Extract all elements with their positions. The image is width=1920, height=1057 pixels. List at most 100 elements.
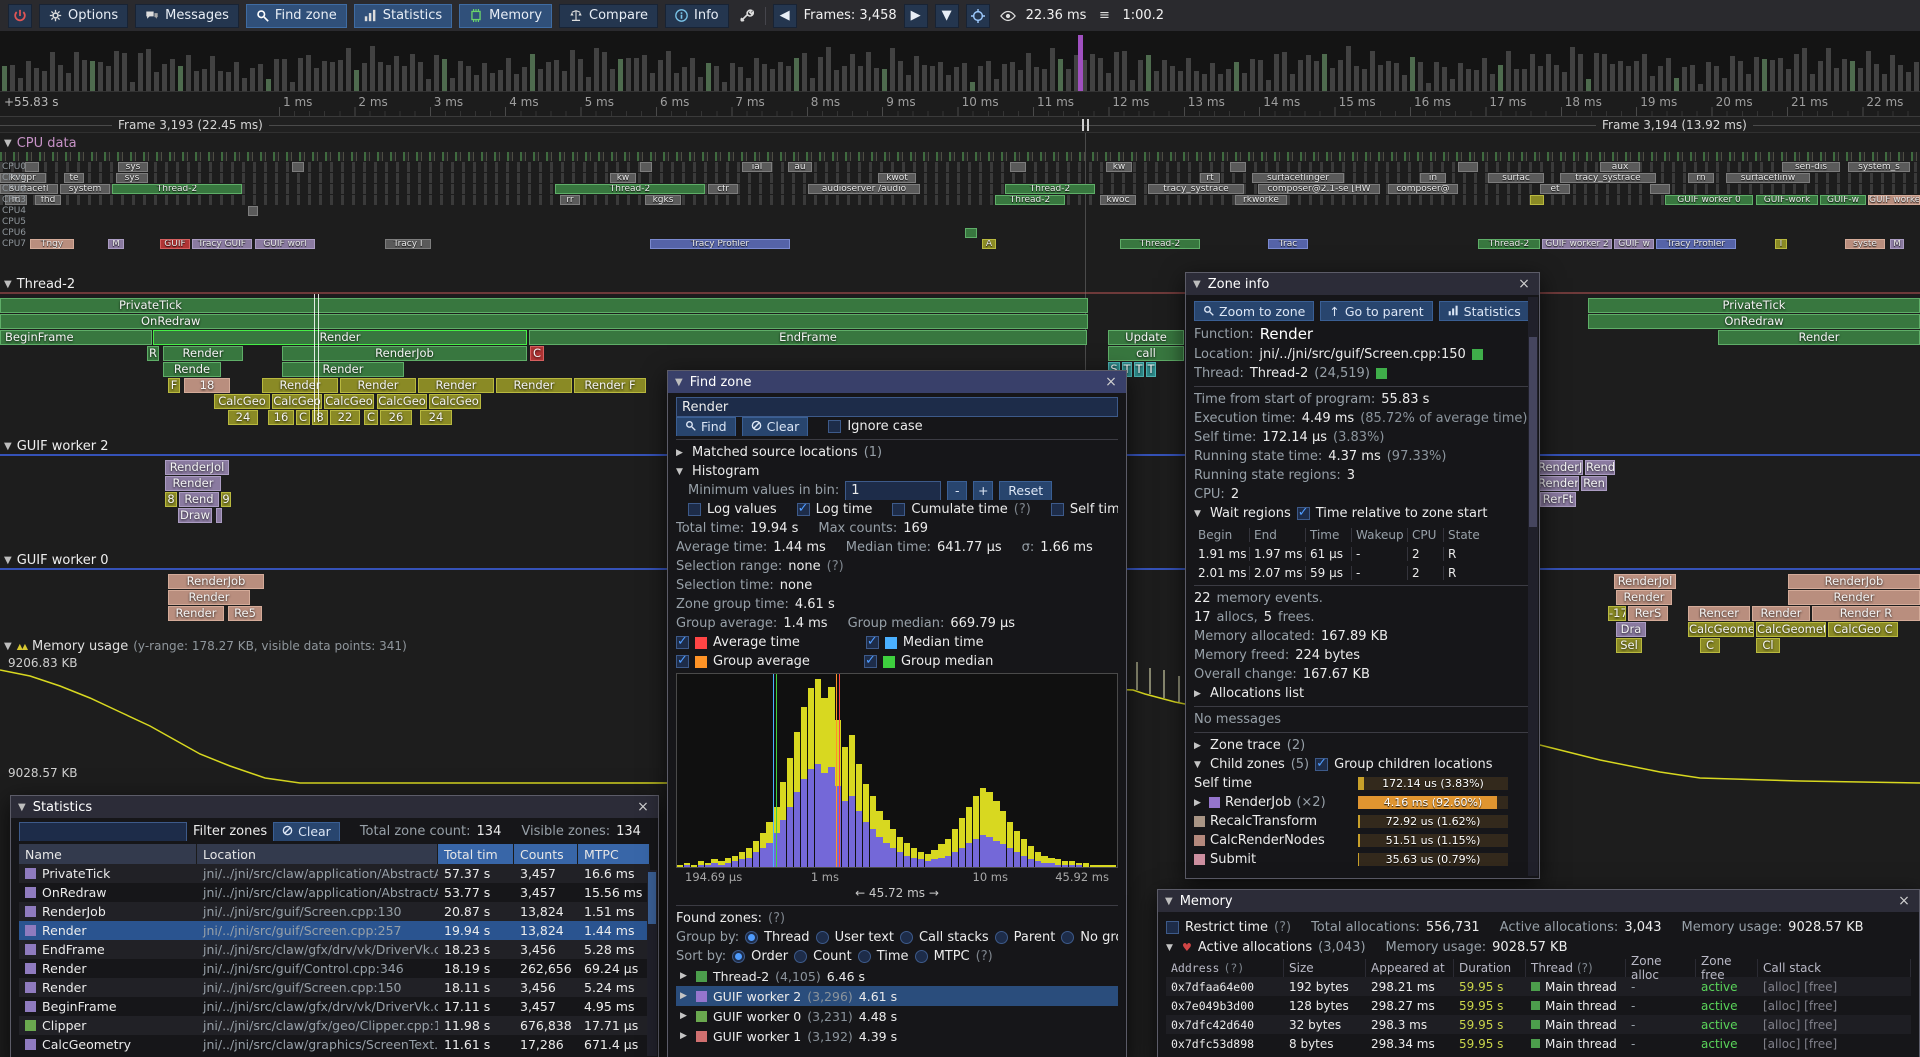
scrollbar[interactable] [1528,297,1538,876]
frame-bar[interactable] [1802,48,1807,92]
cpu-zone[interactable]: M [108,239,124,249]
frame-bar[interactable] [1114,52,1119,91]
column-header-name[interactable]: Name [19,844,197,864]
frame-bar[interactable] [594,48,599,91]
cpu-zone[interactable]: A [982,239,996,249]
frame-bar[interactable] [1274,54,1279,91]
column-header-location[interactable]: Location [197,844,438,864]
frame-bar[interactable] [1386,61,1391,91]
frame-bar[interactable] [1602,54,1607,91]
frame-bar[interactable] [690,58,695,91]
filter-zones-input[interactable] [19,822,187,841]
frame-bar[interactable] [1882,74,1887,91]
frame-bar[interactable] [346,48,351,91]
frame-bar[interactable] [1010,62,1015,91]
frame-bar[interactable] [906,75,911,91]
timeline-zone[interactable]: PrivateTick [1588,298,1920,313]
frame-bar[interactable] [962,63,967,91]
frame-bar[interactable] [1898,65,1903,91]
timeline-zone[interactable]: Render [262,378,338,393]
frame-bar[interactable] [466,66,471,91]
cpu-zone[interactable] [1650,184,1670,194]
cpu-zone[interactable] [640,162,652,172]
cpu-zone[interactable]: composer@2.1-se [HW [1258,184,1380,194]
timeline-zone[interactable]: Render [282,362,404,377]
timeline-zone[interactable]: T [1146,362,1156,377]
window-title[interactable]: ▼ Find zone × [668,371,1126,393]
timeline-zone[interactable]: 9 [221,492,231,507]
frame-bar[interactable] [1354,66,1359,91]
frame-bar[interactable] [1090,54,1095,91]
timeline-zone[interactable]: 26 [380,410,412,425]
frame-bar[interactable] [1522,69,1527,91]
frame-bar[interactable] [258,64,263,91]
timeline-zone[interactable]: Render [418,378,494,393]
frame-bar[interactable] [474,75,479,91]
frame-bar[interactable] [186,55,191,91]
column-header-total-time[interactable]: Total tim [438,844,514,864]
timeline-zone[interactable]: Render F [574,378,646,393]
frame-bar[interactable] [330,62,335,91]
frame-bar[interactable] [282,59,287,91]
frame-bar[interactable] [946,75,951,91]
frame-bar[interactable] [322,61,327,91]
timeline-zone[interactable]: CalcGeo [377,394,427,409]
frame-bar[interactable] [1138,60,1143,91]
cpu-zone[interactable]: GUIF worker 2 [1868,195,1920,205]
cpu-zone[interactable]: Tngy [30,239,74,249]
frame-bar[interactable] [786,66,791,91]
frame-bar[interactable] [1794,54,1799,91]
cpu-zone[interactable]: GUIF-work [1756,195,1818,205]
frame-bar[interactable] [1242,73,1247,91]
timeline-zone[interactable]: Ren [1581,476,1607,491]
frame-bar[interactable] [1562,72,1567,91]
frame-bar[interactable] [1226,69,1231,91]
frame-bar[interactable] [1146,55,1151,91]
timeline-zone[interactable]: CalcGeomet [1756,622,1826,637]
timeline-zone[interactable]: Rend [1585,460,1615,475]
frame-bar[interactable] [498,70,503,91]
min-bin-decrease-button[interactable]: - [947,481,967,500]
cpu-zone[interactable] [292,162,304,172]
group-by-radio[interactable] [745,931,758,944]
frame-bar[interactable] [1914,62,1919,91]
frame-bar[interactable] [178,66,183,91]
cpu-zone[interactable]: GUIF worl [255,239,315,249]
cpu-zone[interactable]: cfr [708,184,738,194]
timeline-zone[interactable]: C [530,346,544,361]
frame-bar[interactable] [66,73,71,91]
reset-button[interactable]: Reset [999,481,1052,500]
frame-bar[interactable] [1514,69,1519,91]
frame-bar[interactable] [1858,68,1863,91]
timeline-zone[interactable]: OnRedraw [0,314,1088,329]
sort-by-radio[interactable] [732,950,745,963]
tools-icon[interactable] [736,5,758,27]
frame-bar[interactable] [514,74,519,91]
timeline-zone[interactable]: RenderJob [168,574,264,589]
cpu-zone[interactable]: Thread-2 [112,184,242,194]
frame-bar[interactable] [634,58,639,91]
timeline-zone[interactable]: C [364,410,378,425]
cpu-zone[interactable]: sys [116,173,148,183]
cpu-zone[interactable]: system_s [1848,162,1910,172]
cpu-zone[interactable]: M [1890,239,1904,249]
frame-bar[interactable] [562,71,567,91]
frame-bar[interactable] [1178,71,1183,91]
cpu-zone[interactable]: Tracy Profiler [650,239,790,249]
matched-source-locations-toggle[interactable]: ▶ Matched source locations (1) [676,443,1118,462]
timeline-zone[interactable]: CalcGeo [429,394,481,409]
frame-bar[interactable] [922,65,927,91]
frame-bar[interactable] [1570,47,1575,91]
timeline-zone[interactable]: RerFt [1540,492,1576,507]
min-bin-input[interactable] [845,481,941,500]
frame-bar[interactable] [626,58,631,91]
frame-bar[interactable] [978,66,983,91]
frame-bar[interactable] [1402,75,1407,91]
frame-bar[interactable] [490,73,495,91]
frame-bar[interactable] [1490,74,1495,91]
table-row[interactable]: Renderjni/../jni/src/guif/Control.cpp:34… [19,959,650,978]
cpu-zone[interactable]: Trac [1268,239,1308,249]
frame-bar[interactable] [74,52,79,92]
group-by-radio[interactable] [1061,931,1074,944]
group-average-checkbox[interactable] [676,655,689,668]
